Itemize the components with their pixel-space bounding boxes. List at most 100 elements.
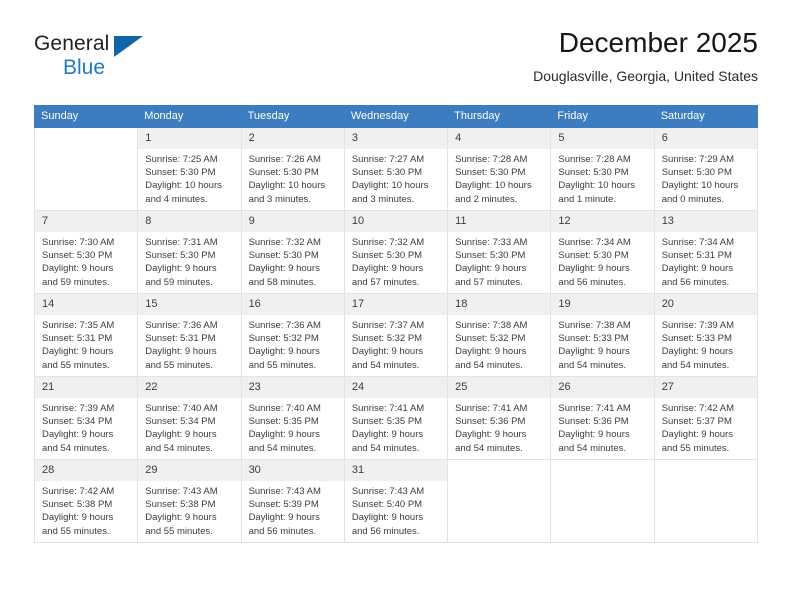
sunset-text: Sunset: 5:40 PM bbox=[351, 499, 423, 511]
calendar-cell-empty bbox=[653, 459, 759, 543]
daylight-text-line1: Daylight: 9 hours bbox=[455, 346, 527, 358]
calendar-day-cell[interactable]: 6 Sunrise: 7:29 AM Sunset: 5:30 PM Daylight… bbox=[653, 127, 759, 211]
sunset-text: Sunset: 5:32 PM bbox=[248, 333, 319, 345]
day-number: 3 bbox=[344, 128, 448, 149]
daylight-text-line1: Daylight: 9 hours bbox=[455, 263, 527, 275]
calendar-day-cell[interactable]: 10 Sunrise: 7:32 AM Sunset: 5:30 PM Dayligh… bbox=[343, 210, 449, 294]
sunrise-text: Sunrise: 7:25 AM bbox=[145, 154, 218, 165]
day-number: 8 bbox=[138, 211, 241, 232]
daylight-text-line2: and 59 minutes. bbox=[42, 276, 110, 288]
calendar-day-cell[interactable]: 23 Sunrise: 7:40 AM Sunset: 5:35 PM Dayligh… bbox=[240, 376, 345, 460]
day-sun-info: Sunrise: 7:38 AM Sunset: 5:33 PM Daylight:… bbox=[551, 315, 653, 372]
title-block: December 2025 Douglasville, Georgia, Uni… bbox=[533, 26, 758, 86]
calendar-day-cell[interactable]: 17 Sunrise: 7:37 AM Sunset: 5:32 PM Dayligh… bbox=[343, 293, 449, 377]
day-number bbox=[654, 460, 757, 481]
calendar-day-cell[interactable]: 25 Sunrise: 7:41 AM Sunset: 5:36 PM Dayligh… bbox=[447, 376, 552, 460]
day-number: 1 bbox=[138, 128, 241, 149]
day-number: 16 bbox=[241, 294, 344, 315]
calendar-day-cell[interactable]: 16 Sunrise: 7:36 AM Sunset: 5:32 PM Dayligh… bbox=[240, 293, 345, 377]
daylight-text-line2: and 55 minutes. bbox=[145, 525, 213, 537]
daylight-text-line1: Daylight: 9 hours bbox=[145, 429, 217, 441]
calendar-day-cell[interactable]: 9 Sunrise: 7:32 AM Sunset: 5:30 PM Daylight… bbox=[240, 210, 345, 294]
sunrise-text: Sunrise: 7:41 AM bbox=[455, 403, 528, 414]
daylight-text-line1: Daylight: 9 hours bbox=[351, 346, 424, 358]
day-sun-info: Sunrise: 7:32 AM Sunset: 5:30 PM Daylight:… bbox=[242, 232, 344, 289]
day-number: 9 bbox=[241, 211, 344, 232]
sunrise-text: Sunrise: 7:28 AM bbox=[455, 154, 528, 165]
calendar-day-cell[interactable]: 8 Sunrise: 7:31 AM Sunset: 5:30 PM Daylight… bbox=[137, 210, 242, 294]
calendar-day-cell[interactable]: 15 Sunrise: 7:36 AM Sunset: 5:31 PM Dayligh… bbox=[137, 293, 242, 377]
sunset-text: Sunset: 5:30 PM bbox=[351, 167, 423, 179]
page-subtitle: Douglasville, Georgia, United States bbox=[533, 68, 758, 84]
sunset-text: Sunset: 5:30 PM bbox=[42, 250, 113, 262]
generalblue-logo[interactable]: General Blue bbox=[34, 32, 164, 86]
daylight-text-line2: and 54 minutes. bbox=[248, 442, 317, 454]
calendar-day-cell[interactable]: 1 Sunrise: 7:25 AM Sunset: 5:30 PM Daylight… bbox=[137, 127, 242, 211]
daylight-text-line2: and 55 minutes. bbox=[661, 442, 730, 454]
day-sun-info: Sunrise: 7:35 AM Sunset: 5:31 PM Daylight:… bbox=[35, 315, 137, 372]
calendar-day-cell[interactable]: 2 Sunrise: 7:26 AM Sunset: 5:30 PM Daylight… bbox=[240, 127, 345, 211]
weekday-header-friday: Friday bbox=[550, 105, 655, 128]
calendar-day-cell[interactable]: 18 Sunrise: 7:38 AM Sunset: 5:32 PM Dayligh… bbox=[447, 293, 552, 377]
weekday-header-sunday: Sunday bbox=[33, 105, 139, 128]
day-number: 19 bbox=[551, 294, 654, 315]
day-cell-content: 29 Sunrise: 7:43 AM Sunset: 5:38 PM Dayligh… bbox=[138, 460, 241, 542]
calendar-week-row: 1 Sunrise: 7:25 AM Sunset: 5:30 PM Daylight… bbox=[33, 127, 759, 211]
sunrise-text: Sunrise: 7:39 AM bbox=[661, 320, 735, 331]
calendar-day-cell[interactable]: 30 Sunrise: 7:43 AM Sunset: 5:39 PM Dayligh… bbox=[240, 459, 345, 543]
daylight-text-line2: and 54 minutes. bbox=[351, 359, 420, 371]
calendar-day-cell[interactable]: 14 Sunrise: 7:35 AM Sunset: 5:31 PM Dayligh… bbox=[33, 293, 139, 377]
daylight-text-line1: Daylight: 10 hours bbox=[145, 180, 222, 192]
calendar-day-cell[interactable]: 4 Sunrise: 7:28 AM Sunset: 5:30 PM Daylight… bbox=[447, 127, 552, 211]
daylight-text-line2: and 55 minutes. bbox=[42, 359, 110, 371]
calendar-day-cell[interactable]: 19 Sunrise: 7:38 AM Sunset: 5:33 PM Dayligh… bbox=[550, 293, 655, 377]
calendar-day-cell[interactable]: 31 Sunrise: 7:43 AM Sunset: 5:40 PM Dayligh… bbox=[343, 459, 449, 543]
sunset-text: Sunset: 5:35 PM bbox=[248, 416, 319, 428]
day-number: 2 bbox=[241, 128, 344, 149]
day-cell-content: 4 Sunrise: 7:28 AM Sunset: 5:30 PM Daylight… bbox=[448, 128, 551, 210]
calendar-cell-empty bbox=[550, 459, 655, 543]
calendar-day-cell[interactable]: 12 Sunrise: 7:34 AM Sunset: 5:30 PM Dayligh… bbox=[550, 210, 655, 294]
calendar-day-cell[interactable]: 20 Sunrise: 7:39 AM Sunset: 5:33 PM Dayligh… bbox=[653, 293, 759, 377]
sunrise-text: Sunrise: 7:42 AM bbox=[661, 403, 735, 414]
day-number: 12 bbox=[551, 211, 654, 232]
calendar-day-cell[interactable]: 26 Sunrise: 7:41 AM Sunset: 5:36 PM Dayligh… bbox=[550, 376, 655, 460]
calendar-day-cell[interactable]: 21 Sunrise: 7:39 AM Sunset: 5:34 PM Dayligh… bbox=[33, 376, 139, 460]
daylight-text-line1: Daylight: 10 hours bbox=[455, 180, 532, 192]
calendar-day-cell[interactable]: 3 Sunrise: 7:27 AM Sunset: 5:30 PM Daylight… bbox=[343, 127, 449, 211]
calendar-week-row: 21 Sunrise: 7:39 AM Sunset: 5:34 PM Dayligh… bbox=[33, 376, 759, 460]
day-number: 28 bbox=[35, 460, 138, 481]
calendar-day-cell[interactable]: 7 Sunrise: 7:30 AM Sunset: 5:30 PM Daylight… bbox=[33, 210, 139, 294]
day-number: 29 bbox=[138, 460, 241, 481]
day-cell-content: 2 Sunrise: 7:26 AM Sunset: 5:30 PM Daylight… bbox=[241, 128, 344, 210]
sunset-text: Sunset: 5:36 PM bbox=[455, 416, 526, 428]
calendar-day-cell[interactable]: 28 Sunrise: 7:42 AM Sunset: 5:38 PM Dayligh… bbox=[33, 459, 139, 543]
day-sun-info: Sunrise: 7:34 AM Sunset: 5:30 PM Daylight:… bbox=[551, 232, 653, 289]
calendar-day-cell[interactable]: 5 Sunrise: 7:28 AM Sunset: 5:30 PM Daylight… bbox=[550, 127, 655, 211]
weekday-header-monday: Monday bbox=[137, 105, 242, 128]
calendar-day-cell[interactable]: 11 Sunrise: 7:33 AM Sunset: 5:30 PM Dayligh… bbox=[447, 210, 552, 294]
sunrise-text: Sunrise: 7:41 AM bbox=[351, 403, 425, 414]
daylight-text-line1: Daylight: 10 hours bbox=[248, 180, 326, 192]
day-cell-content: 15 Sunrise: 7:36 AM Sunset: 5:31 PM Dayligh… bbox=[138, 294, 241, 376]
calendar-day-cell[interactable]: 22 Sunrise: 7:40 AM Sunset: 5:34 PM Dayligh… bbox=[137, 376, 242, 460]
day-cell-content: 13 Sunrise: 7:34 AM Sunset: 5:31 PM Dayligh… bbox=[654, 211, 757, 293]
calendar-day-cell[interactable]: 27 Sunrise: 7:42 AM Sunset: 5:37 PM Dayligh… bbox=[653, 376, 759, 460]
day-cell-content: 17 Sunrise: 7:37 AM Sunset: 5:32 PM Dayligh… bbox=[344, 294, 448, 376]
day-sun-info: Sunrise: 7:43 AM Sunset: 5:39 PM Daylight:… bbox=[242, 481, 344, 538]
calendar-day-cell[interactable]: 24 Sunrise: 7:41 AM Sunset: 5:35 PM Dayligh… bbox=[343, 376, 449, 460]
sunset-text: Sunset: 5:38 PM bbox=[42, 499, 113, 511]
day-sun-info: Sunrise: 7:25 AM Sunset: 5:30 PM Daylight:… bbox=[138, 149, 240, 206]
calendar-day-cell[interactable]: 13 Sunrise: 7:34 AM Sunset: 5:31 PM Dayligh… bbox=[653, 210, 759, 294]
sunrise-text: Sunrise: 7:41 AM bbox=[558, 403, 631, 414]
sunset-text: Sunset: 5:34 PM bbox=[42, 416, 113, 428]
day-sun-info: Sunrise: 7:40 AM Sunset: 5:34 PM Daylight:… bbox=[138, 398, 240, 455]
daylight-text-line2: and 54 minutes. bbox=[145, 442, 213, 454]
calendar-day-cell[interactable]: 29 Sunrise: 7:43 AM Sunset: 5:38 PM Dayligh… bbox=[137, 459, 242, 543]
daylight-text-line1: Daylight: 9 hours bbox=[248, 346, 320, 358]
daylight-text-line2: and 56 minutes. bbox=[558, 276, 627, 288]
day-number: 20 bbox=[654, 294, 757, 315]
calendar-cell-empty bbox=[447, 459, 552, 543]
daylight-text-line2: and 54 minutes. bbox=[455, 359, 523, 371]
daylight-text-line2: and 54 minutes. bbox=[558, 442, 627, 454]
